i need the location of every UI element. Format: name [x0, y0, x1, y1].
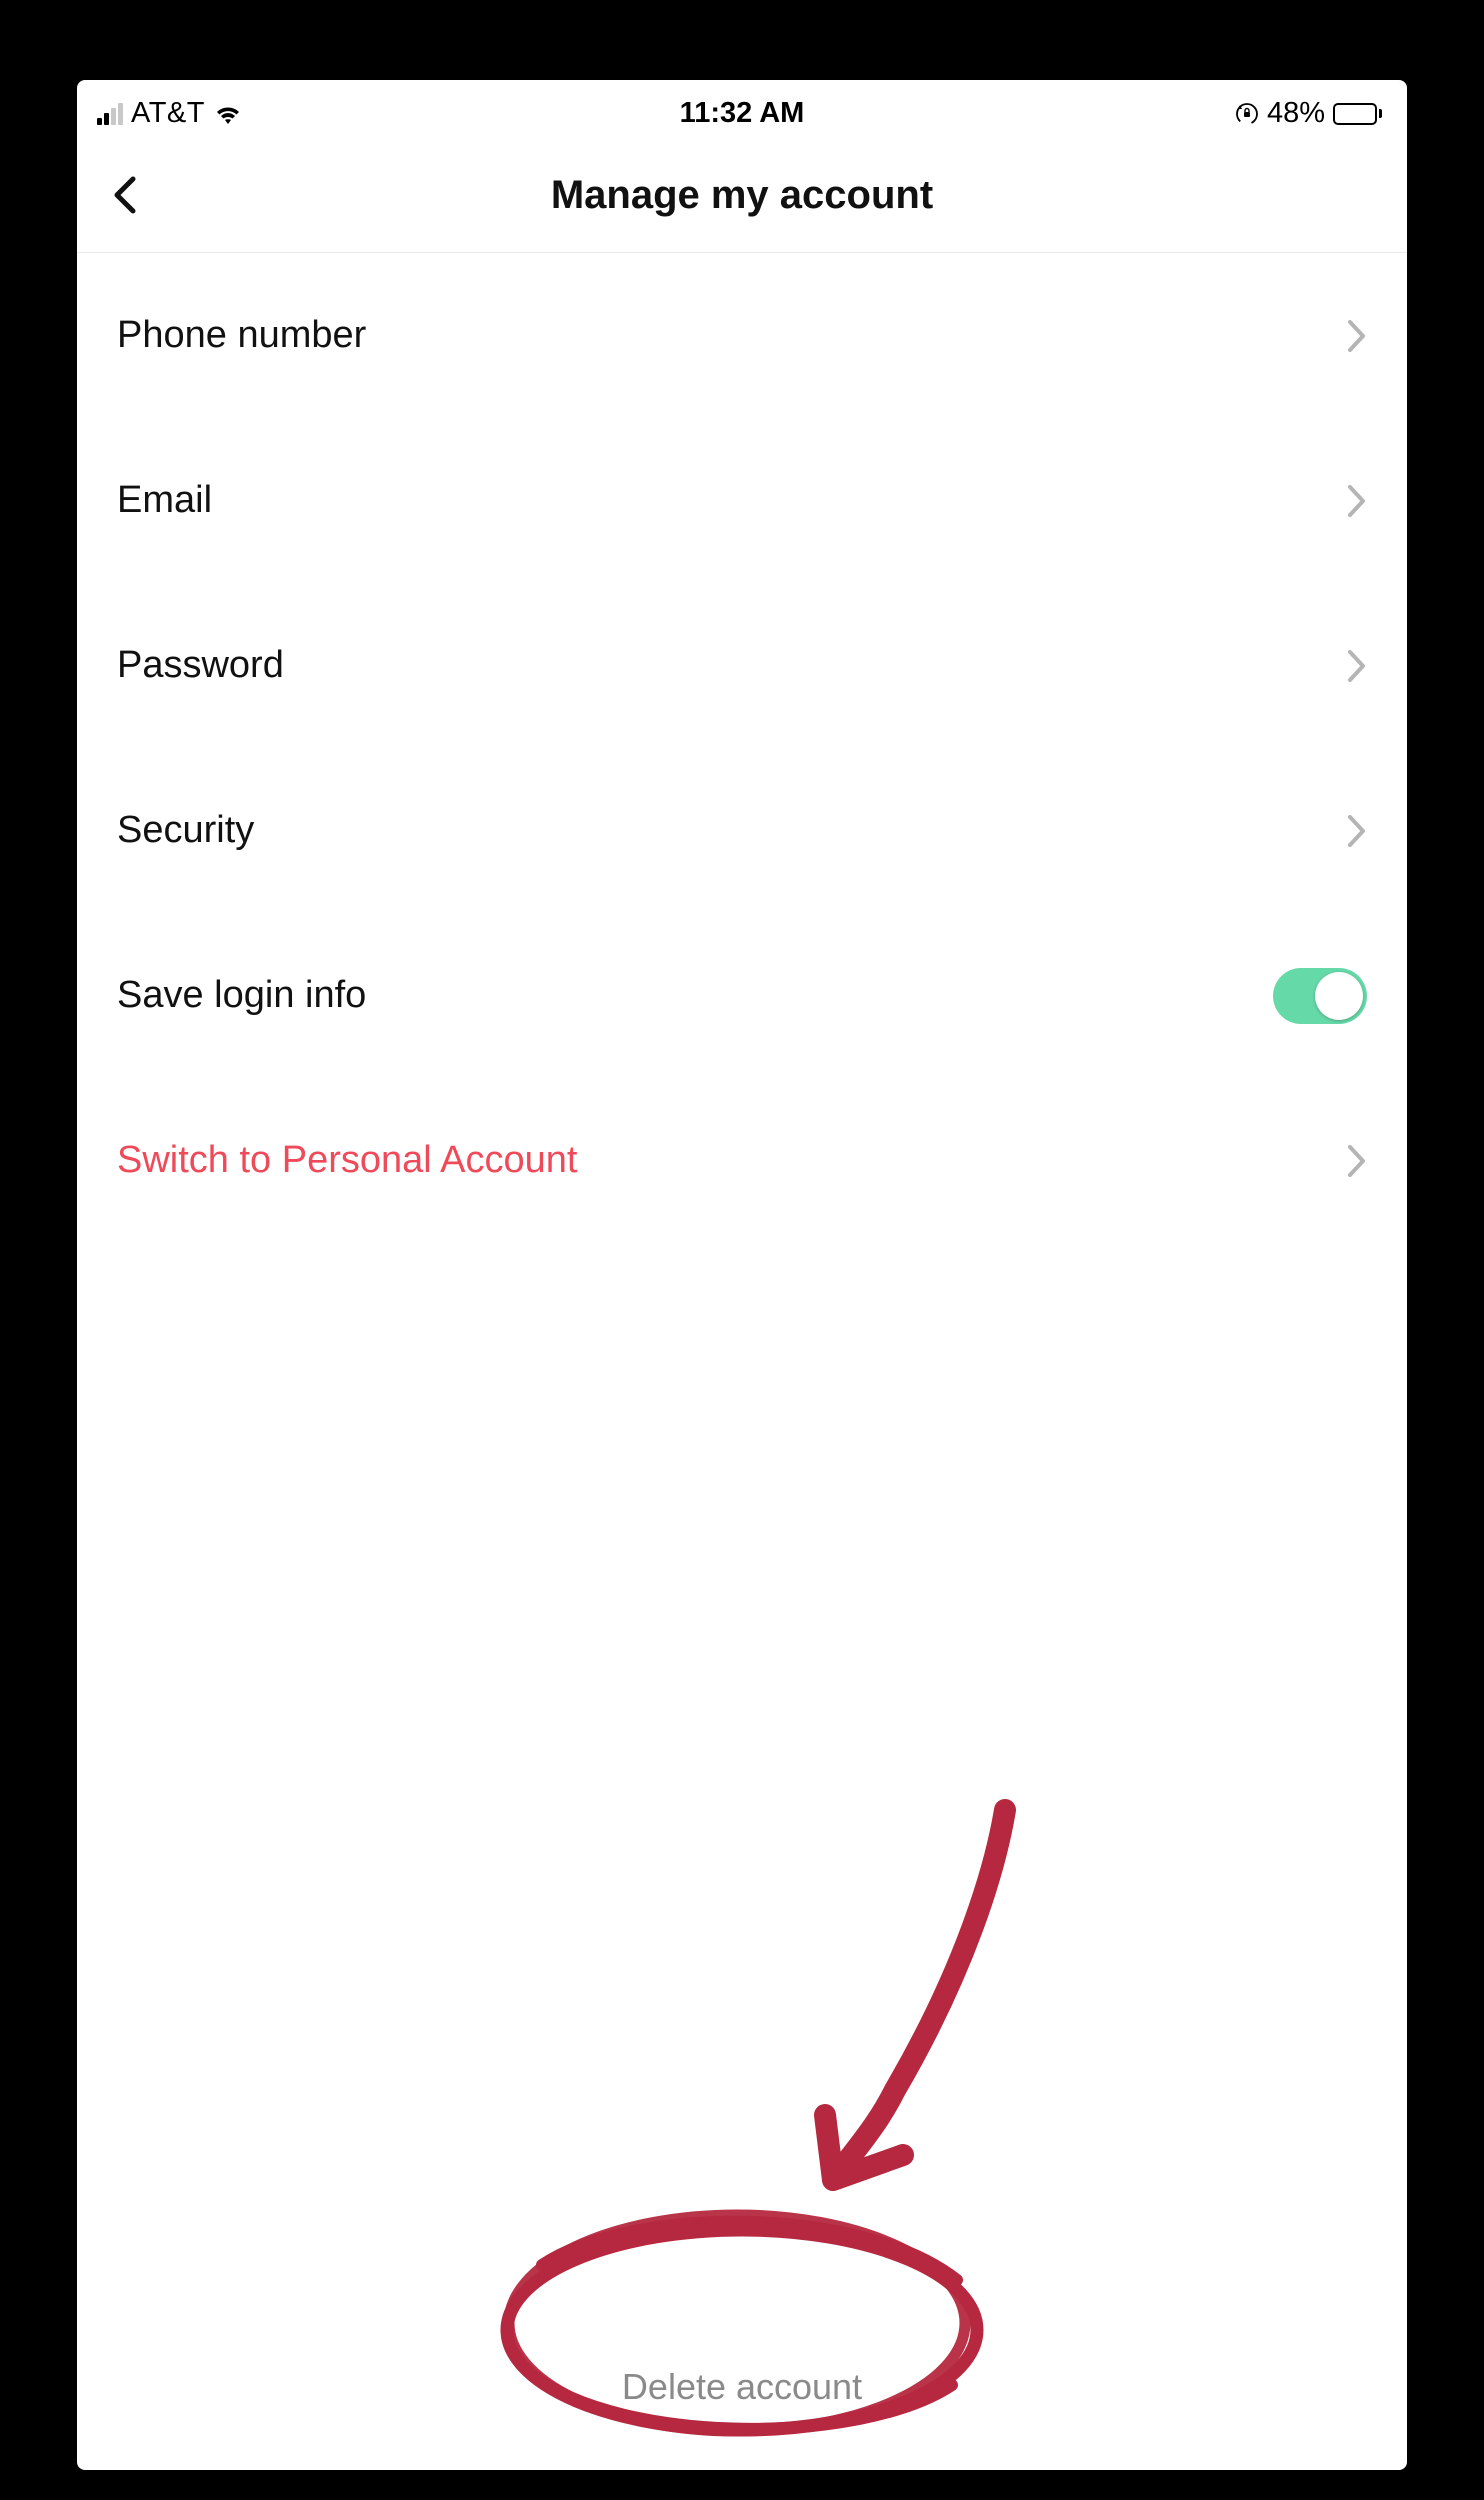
back-button[interactable]: [105, 174, 147, 216]
status-bar-right: 48%: [1235, 97, 1382, 130]
battery-percent: 48%: [1267, 97, 1325, 130]
row-security[interactable]: Security: [117, 748, 1367, 913]
row-save-login-info: Save login info: [117, 913, 1367, 1078]
row-label: Password: [117, 644, 284, 687]
chevron-right-icon: [1347, 649, 1367, 683]
carrier-label: AT&T: [131, 97, 205, 130]
row-label: Save login info: [117, 974, 366, 1017]
row-label: Phone number: [117, 314, 366, 357]
status-bar-time: 11:32 AM: [680, 97, 805, 130]
row-phone-number[interactable]: Phone number: [117, 253, 1367, 418]
chevron-right-icon: [1347, 484, 1367, 518]
annotation-circle: [482, 2195, 1002, 2455]
row-password[interactable]: Password: [117, 583, 1367, 748]
cellular-signal-icon: [97, 103, 123, 125]
toggle-knob: [1315, 972, 1363, 1020]
save-login-toggle[interactable]: [1273, 968, 1367, 1024]
chevron-right-icon: [1347, 814, 1367, 848]
battery-icon: [1333, 103, 1382, 125]
status-bar-left: AT&T: [97, 97, 243, 130]
rotation-lock-icon: [1235, 102, 1259, 126]
chevron-right-icon: [1347, 319, 1367, 353]
row-switch-account[interactable]: Switch to Personal Account: [117, 1078, 1367, 1243]
annotation-arrow: [795, 1790, 1055, 2210]
header-bar: Manage my account: [77, 138, 1407, 253]
chevron-right-icon: [1347, 1144, 1367, 1178]
page-title: Manage my account: [551, 173, 933, 218]
settings-list: Phone number Email Password Security Sav: [77, 253, 1407, 1243]
row-label: Switch to Personal Account: [117, 1139, 577, 1182]
delete-section: Delete account: [77, 2366, 1407, 2408]
phone-frame: AT&T 11:32 AM 48% Manage my account: [77, 80, 1407, 2470]
wifi-icon: [213, 103, 243, 125]
status-bar: AT&T 11:32 AM 48%: [77, 80, 1407, 138]
row-email[interactable]: Email: [117, 418, 1367, 583]
row-label: Security: [117, 809, 254, 852]
row-label: Email: [117, 479, 212, 522]
delete-account-link[interactable]: Delete account: [622, 2366, 862, 2407]
chevron-left-icon: [105, 174, 147, 216]
